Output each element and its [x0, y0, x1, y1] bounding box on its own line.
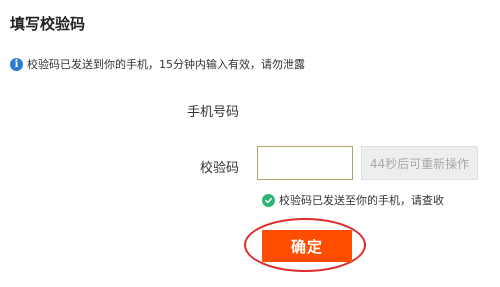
info-icon: i	[10, 57, 23, 71]
verify-code-page: 填写校验码 i 校验码已发送到你的手机，15分钟内输入有效，请勿泄露 手机号码 …	[0, 0, 500, 287]
resend-code-button[interactable]: 44秒后可重新操作	[361, 146, 478, 180]
code-label: 校验码	[199, 161, 239, 176]
notice-banner: i 校验码已发送到你的手机，15分钟内输入有效，请勿泄露	[10, 56, 305, 72]
confirm-button[interactable]: 确定	[262, 230, 352, 262]
phone-label: 手机号码	[186, 105, 239, 120]
check-circle-icon	[262, 193, 275, 207]
sent-tip-text: 校验码已发送至你的手机，请查收	[279, 194, 444, 207]
page-title: 填写校验码	[10, 15, 86, 33]
sent-tip: 校验码已发送至你的手机，请查收	[262, 192, 444, 208]
notice-text: 校验码已发送到你的手机，15分钟内输入有效，请勿泄露	[27, 58, 305, 71]
verification-code-input[interactable]	[257, 146, 353, 180]
